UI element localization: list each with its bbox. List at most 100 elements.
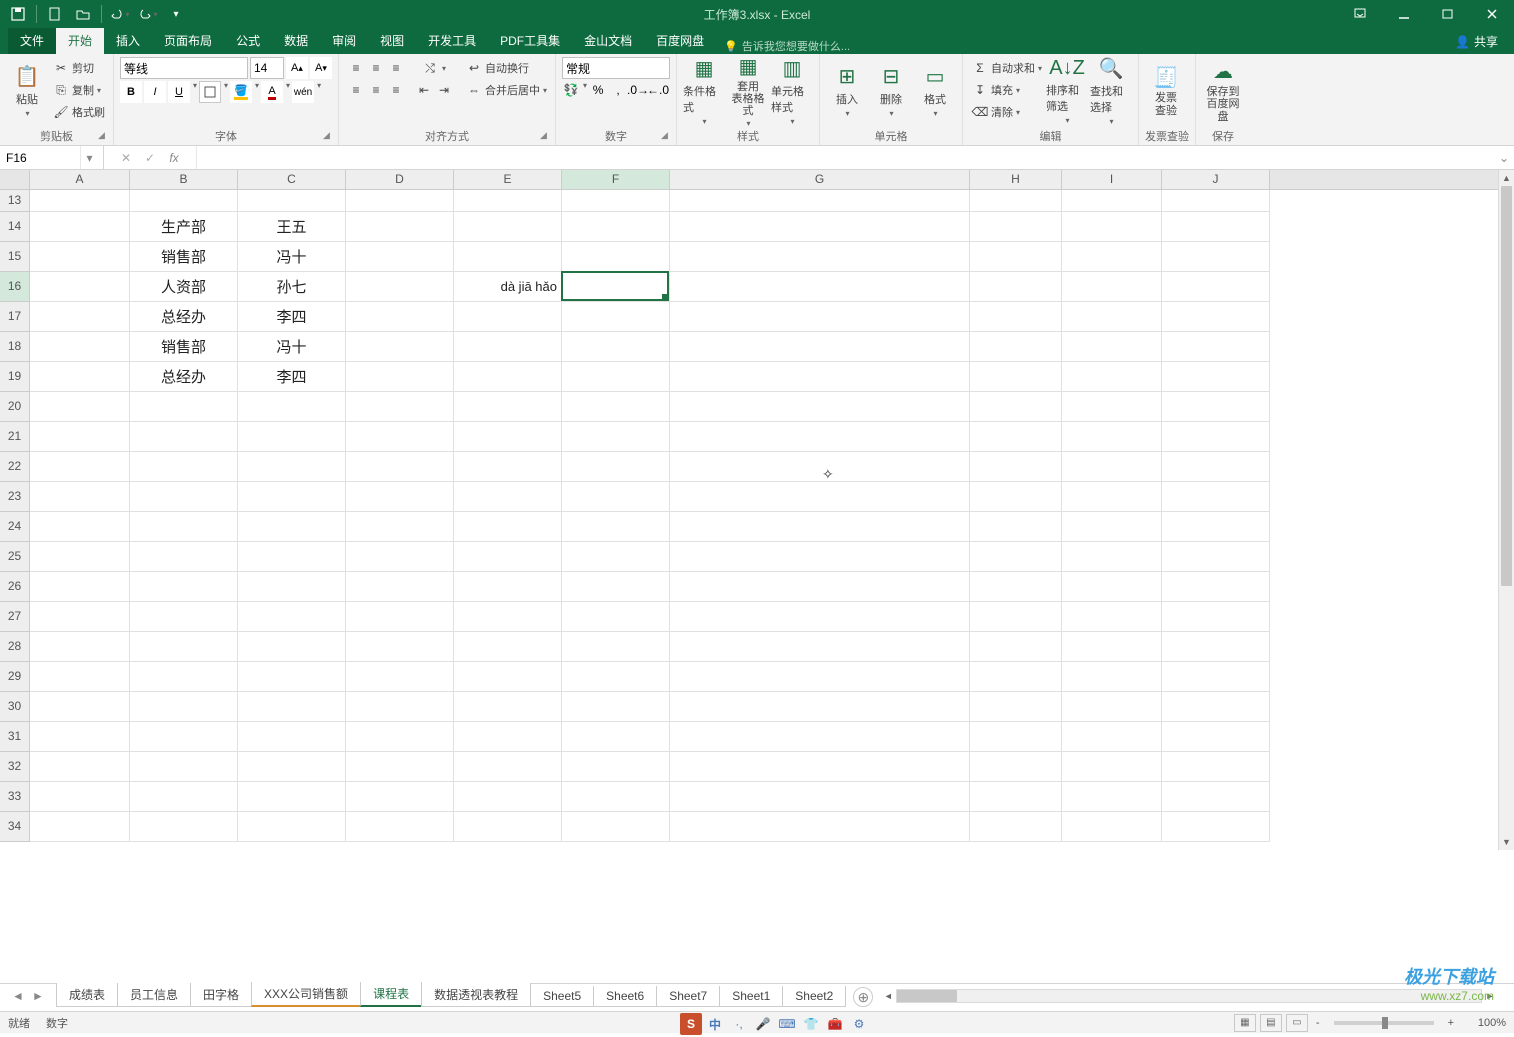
cell-C14[interactable]: 王五	[238, 212, 346, 242]
increase-font-button[interactable]: A▴	[286, 57, 308, 79]
cell-G19[interactable]	[670, 362, 970, 392]
bold-button[interactable]: B	[120, 81, 142, 103]
redo-icon[interactable]: ▾	[136, 3, 160, 25]
hscroll-right-icon[interactable]: ►	[1482, 991, 1498, 1001]
sheet-tab-Sheet2[interactable]: Sheet2	[782, 986, 846, 1007]
cell-J26[interactable]	[1162, 572, 1270, 602]
cell-C25[interactable]	[238, 542, 346, 572]
save-icon[interactable]	[6, 3, 30, 25]
cell-H13[interactable]	[970, 190, 1062, 212]
cell-E34[interactable]	[454, 812, 562, 842]
cell-I13[interactable]	[1062, 190, 1162, 212]
cell-J17[interactable]	[1162, 302, 1270, 332]
cell-A30[interactable]	[30, 692, 130, 722]
find-select-button[interactable]: 🔍查找和选择▾	[1090, 57, 1132, 125]
share-button[interactable]: 👤共享	[1447, 29, 1506, 54]
cell-B13[interactable]	[130, 190, 238, 212]
hscroll-thumb[interactable]	[897, 990, 957, 1002]
align-right-icon[interactable]: ≡	[387, 81, 405, 99]
row-header-33[interactable]: 33	[0, 782, 30, 812]
cell-C29[interactable]	[238, 662, 346, 692]
col-header-C[interactable]: C	[238, 170, 346, 189]
cell-F30[interactable]	[562, 692, 670, 722]
cell-C17[interactable]: 李四	[238, 302, 346, 332]
cell-F25[interactable]	[562, 542, 670, 572]
horizontal-scrollbar[interactable]: ◄ ►	[880, 989, 1498, 1003]
qat-customize-icon[interactable]: ▾	[164, 3, 188, 25]
cell-G29[interactable]	[670, 662, 970, 692]
row-header-24[interactable]: 24	[0, 512, 30, 542]
cell-C27[interactable]	[238, 602, 346, 632]
cell-E18[interactable]	[454, 332, 562, 362]
delete-cells-button[interactable]: ⊟删除▾	[870, 57, 912, 125]
cell-B23[interactable]	[130, 482, 238, 512]
cell-D34[interactable]	[346, 812, 454, 842]
vscroll-thumb[interactable]	[1501, 186, 1512, 586]
cell-B32[interactable]	[130, 752, 238, 782]
paste-button[interactable]: 📋 粘贴▾	[6, 57, 48, 125]
phonetic-button[interactable]: wén	[292, 81, 314, 103]
cell-A16[interactable]	[30, 272, 130, 302]
table-format-button[interactable]: ▦套用 表格格式▾	[727, 57, 769, 125]
sheet-tab-Sheet7[interactable]: Sheet7	[656, 986, 720, 1007]
open-icon[interactable]	[71, 3, 95, 25]
cell-B34[interactable]	[130, 812, 238, 842]
number-format-select[interactable]	[562, 57, 670, 79]
cell-I32[interactable]	[1062, 752, 1162, 782]
cell-I17[interactable]	[1062, 302, 1162, 332]
cell-I30[interactable]	[1062, 692, 1162, 722]
cell-E27[interactable]	[454, 602, 562, 632]
cell-G24[interactable]	[670, 512, 970, 542]
tell-me[interactable]: 💡告诉我您想要做什么...	[724, 38, 850, 54]
row-header-17[interactable]: 17	[0, 302, 30, 332]
row-header-31[interactable]: 31	[0, 722, 30, 752]
cell-C24[interactable]	[238, 512, 346, 542]
cell-F15[interactable]	[562, 242, 670, 272]
tab-dev[interactable]: 开发工具	[416, 27, 488, 54]
cell-E21[interactable]	[454, 422, 562, 452]
cell-B18[interactable]: 销售部	[130, 332, 238, 362]
cell-F24[interactable]	[562, 512, 670, 542]
cell-J34[interactable]	[1162, 812, 1270, 842]
row-header-13[interactable]: 13	[0, 190, 30, 212]
conditional-format-button[interactable]: ▦条件格式▾	[683, 57, 725, 125]
cell-J22[interactable]	[1162, 452, 1270, 482]
cell-D18[interactable]	[346, 332, 454, 362]
cell-C28[interactable]	[238, 632, 346, 662]
merge-center-button[interactable]: ⇔合并后居中▾	[463, 79, 549, 101]
cell-C20[interactable]	[238, 392, 346, 422]
cell-G28[interactable]	[670, 632, 970, 662]
cell-B21[interactable]	[130, 422, 238, 452]
cell-D25[interactable]	[346, 542, 454, 572]
row-header-21[interactable]: 21	[0, 422, 30, 452]
cell-D16[interactable]	[346, 272, 454, 302]
cell-E22[interactable]	[454, 452, 562, 482]
cell-I23[interactable]	[1062, 482, 1162, 512]
decrease-decimal-icon[interactable]: ←.0	[649, 81, 667, 99]
view-normal-icon[interactable]: ▦	[1234, 1014, 1256, 1032]
cell-H14[interactable]	[970, 212, 1062, 242]
cell-A32[interactable]	[30, 752, 130, 782]
cell-J19[interactable]	[1162, 362, 1270, 392]
tab-baidu[interactable]: 百度网盘	[644, 27, 716, 54]
alignment-dialog-launcher[interactable]: ◢	[540, 130, 552, 142]
scroll-down-icon[interactable]: ▼	[1499, 834, 1514, 850]
align-bottom-icon[interactable]: ≡	[387, 59, 405, 77]
cell-J32[interactable]	[1162, 752, 1270, 782]
cell-G30[interactable]	[670, 692, 970, 722]
cell-B16[interactable]: 人资部	[130, 272, 238, 302]
cell-F19[interactable]	[562, 362, 670, 392]
zoom-in-icon[interactable]: +	[1444, 1017, 1458, 1029]
cell-G18[interactable]	[670, 332, 970, 362]
fx-icon[interactable]: fx	[162, 146, 186, 169]
new-icon[interactable]	[43, 3, 67, 25]
cell-A20[interactable]	[30, 392, 130, 422]
cell-F26[interactable]	[562, 572, 670, 602]
cell-B19[interactable]: 总经办	[130, 362, 238, 392]
cell-D28[interactable]	[346, 632, 454, 662]
cell-D15[interactable]	[346, 242, 454, 272]
cell-J28[interactable]	[1162, 632, 1270, 662]
accounting-format-icon[interactable]: 💱	[562, 81, 580, 99]
cell-J23[interactable]	[1162, 482, 1270, 512]
col-header-A[interactable]: A	[30, 170, 130, 189]
